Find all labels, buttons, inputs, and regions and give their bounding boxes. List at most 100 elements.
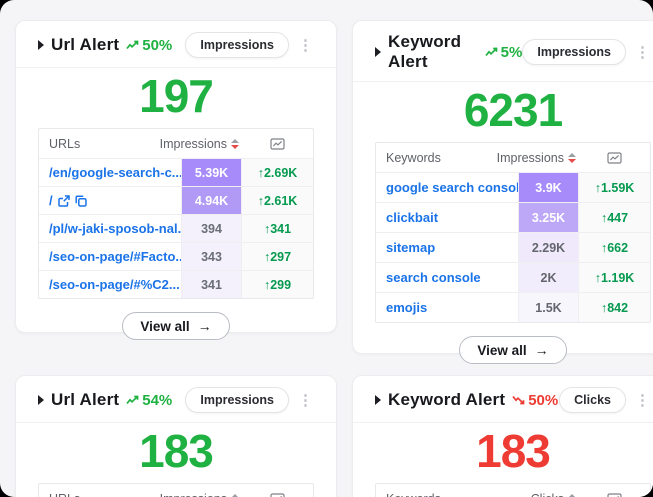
table-row: /seo-on-page/#Facto... 343 ↑297	[39, 242, 313, 270]
right-arrow-icon: →	[535, 342, 549, 358]
table-row: /en/google-search-c... 5.39K ↑2.69K	[39, 158, 313, 186]
trend-badge: 54%	[126, 392, 172, 409]
impressions-value: 343	[181, 243, 241, 270]
url-link[interactable]: /en/google-search-c...	[39, 159, 181, 186]
trend-value: 54%	[142, 392, 172, 409]
change-value: ↑341	[241, 215, 313, 242]
change-value: ↑1.59K	[578, 173, 650, 202]
card-title: Keyword Alert	[388, 32, 478, 72]
url-link[interactable]: /seo-on-page/#%C2...	[39, 271, 181, 298]
table-row: google search console 3.9K ↑1.59K	[376, 172, 650, 202]
right-arrow-icon: →	[198, 318, 212, 334]
impressions-value: 4.94K	[181, 187, 241, 214]
table-header-row: Keywords Clicks	[376, 484, 650, 497]
column-header-clicks[interactable]: Clicks	[518, 484, 578, 497]
card-title: Url Alert	[51, 390, 119, 410]
metric-total: 6231	[353, 87, 653, 133]
impressions-value: 2K	[518, 263, 578, 292]
change-value: ↑1.19K	[578, 263, 650, 292]
keyword-link[interactable]: emojis	[376, 293, 518, 322]
keyword-alert-card-1: Keyword Alert 5% Impressions ⋮ 6231 Keyw…	[352, 20, 653, 354]
column-header-impressions[interactable]: Impressions	[181, 484, 241, 497]
metric-selector-button[interactable]: Impressions	[185, 387, 289, 413]
table-header-row: Keywords Impressions	[376, 143, 650, 172]
column-header-impressions[interactable]: Impressions	[518, 143, 578, 172]
change-value: ↑297	[241, 243, 313, 270]
trend-badge: 50%	[512, 392, 558, 409]
table-row: /seo-on-page/#%C2... 341 ↑299	[39, 270, 313, 298]
dashboard: Url Alert 50% Impressions ⋮ 197 URLs Imp…	[0, 0, 653, 497]
trend-up-icon	[485, 47, 498, 57]
keyword-link[interactable]: google search console	[376, 173, 518, 202]
impressions-value: 1.5K	[518, 293, 578, 322]
view-all-button[interactable]: View all→	[122, 312, 229, 340]
url-link[interactable]: /seo-on-page/#Facto...	[39, 243, 181, 270]
sort-icon[interactable]	[231, 139, 239, 149]
collapse-caret-icon[interactable]	[375, 47, 381, 57]
table-row: clickbait 3.25K ↑447	[376, 202, 650, 232]
sort-icon[interactable]	[568, 494, 576, 497]
keyword-link[interactable]: search console	[376, 263, 518, 292]
table-row: search console 2K ↑1.19K	[376, 262, 650, 292]
metric-selector-button[interactable]: Impressions	[185, 32, 289, 58]
change-value: ↑842	[578, 293, 650, 322]
url-alert-card-2: Url Alert 54% Impressions ⋮ 183 URLs Imp…	[15, 375, 337, 497]
sort-icon[interactable]	[568, 153, 576, 163]
trend-up-icon	[126, 395, 139, 405]
change-value: ↑2.61K	[241, 187, 313, 214]
chart-toggle-icon[interactable]	[578, 484, 650, 497]
card-header: Keyword Alert 50% Clicks ⋮	[353, 376, 653, 423]
external-link-icon[interactable]	[58, 195, 70, 207]
url-link[interactable]: /	[39, 187, 181, 214]
alerts-table: Keywords Impressions google search conso…	[375, 142, 651, 323]
card-title: Keyword Alert	[388, 390, 505, 410]
impressions-value: 3.9K	[518, 173, 578, 202]
table-row: sitemap 2.29K ↑662	[376, 232, 650, 262]
impressions-value: 5.39K	[181, 159, 241, 186]
table-header-row: URLs Impressions	[39, 484, 313, 497]
chart-toggle-icon[interactable]	[241, 129, 313, 158]
metric-total: 183	[16, 428, 336, 474]
table-row: / 4.94K ↑2.61K	[39, 186, 313, 214]
metric-total: 197	[16, 73, 336, 119]
impressions-value: 394	[181, 215, 241, 242]
trend-value: 5%	[501, 44, 523, 61]
card-header: Keyword Alert 5% Impressions ⋮	[353, 21, 653, 82]
column-header-keywords: Keywords	[376, 484, 518, 497]
url-link[interactable]: /pl/w-jaki-sposob-nal...	[39, 215, 181, 242]
kebab-menu-icon[interactable]: ⋮	[297, 391, 314, 410]
impressions-value: 341	[181, 271, 241, 298]
table-row: emojis 1.5K ↑842	[376, 292, 650, 322]
card-header: Url Alert 50% Impressions ⋮	[16, 21, 336, 68]
change-value: ↑2.69K	[241, 159, 313, 186]
view-all-button[interactable]: View all→	[459, 336, 566, 364]
trend-value: 50%	[142, 37, 172, 54]
copy-icon[interactable]	[75, 195, 87, 207]
impressions-value: 2.29K	[518, 233, 578, 262]
collapse-caret-icon[interactable]	[38, 395, 44, 405]
card-title: Url Alert	[51, 35, 119, 55]
impressions-value: 3.25K	[518, 203, 578, 232]
collapse-caret-icon[interactable]	[38, 40, 44, 50]
chart-toggle-icon[interactable]	[241, 484, 313, 497]
url-alert-card-1: Url Alert 50% Impressions ⋮ 197 URLs Imp…	[15, 20, 337, 333]
sort-icon[interactable]	[231, 494, 239, 497]
metric-total: 183	[353, 428, 653, 474]
keyword-link[interactable]: clickbait	[376, 203, 518, 232]
alerts-table: URLs Impressions /en/google-search-c... …	[38, 128, 314, 299]
table-header-row: URLs Impressions	[39, 129, 313, 158]
change-value: ↑662	[578, 233, 650, 262]
card-header: Url Alert 54% Impressions ⋮	[16, 376, 336, 423]
column-header-impressions[interactable]: Impressions	[181, 129, 241, 158]
metric-selector-button[interactable]: Clicks	[559, 387, 626, 413]
change-value: ↑299	[241, 271, 313, 298]
kebab-menu-icon[interactable]: ⋮	[634, 391, 651, 410]
kebab-menu-icon[interactable]: ⋮	[634, 43, 651, 62]
kebab-menu-icon[interactable]: ⋮	[297, 36, 314, 55]
collapse-caret-icon[interactable]	[375, 395, 381, 405]
chart-toggle-icon[interactable]	[578, 143, 650, 172]
keyword-link[interactable]: sitemap	[376, 233, 518, 262]
trend-badge: 50%	[126, 37, 172, 54]
change-value: ↑447	[578, 203, 650, 232]
metric-selector-button[interactable]: Impressions	[522, 39, 626, 65]
